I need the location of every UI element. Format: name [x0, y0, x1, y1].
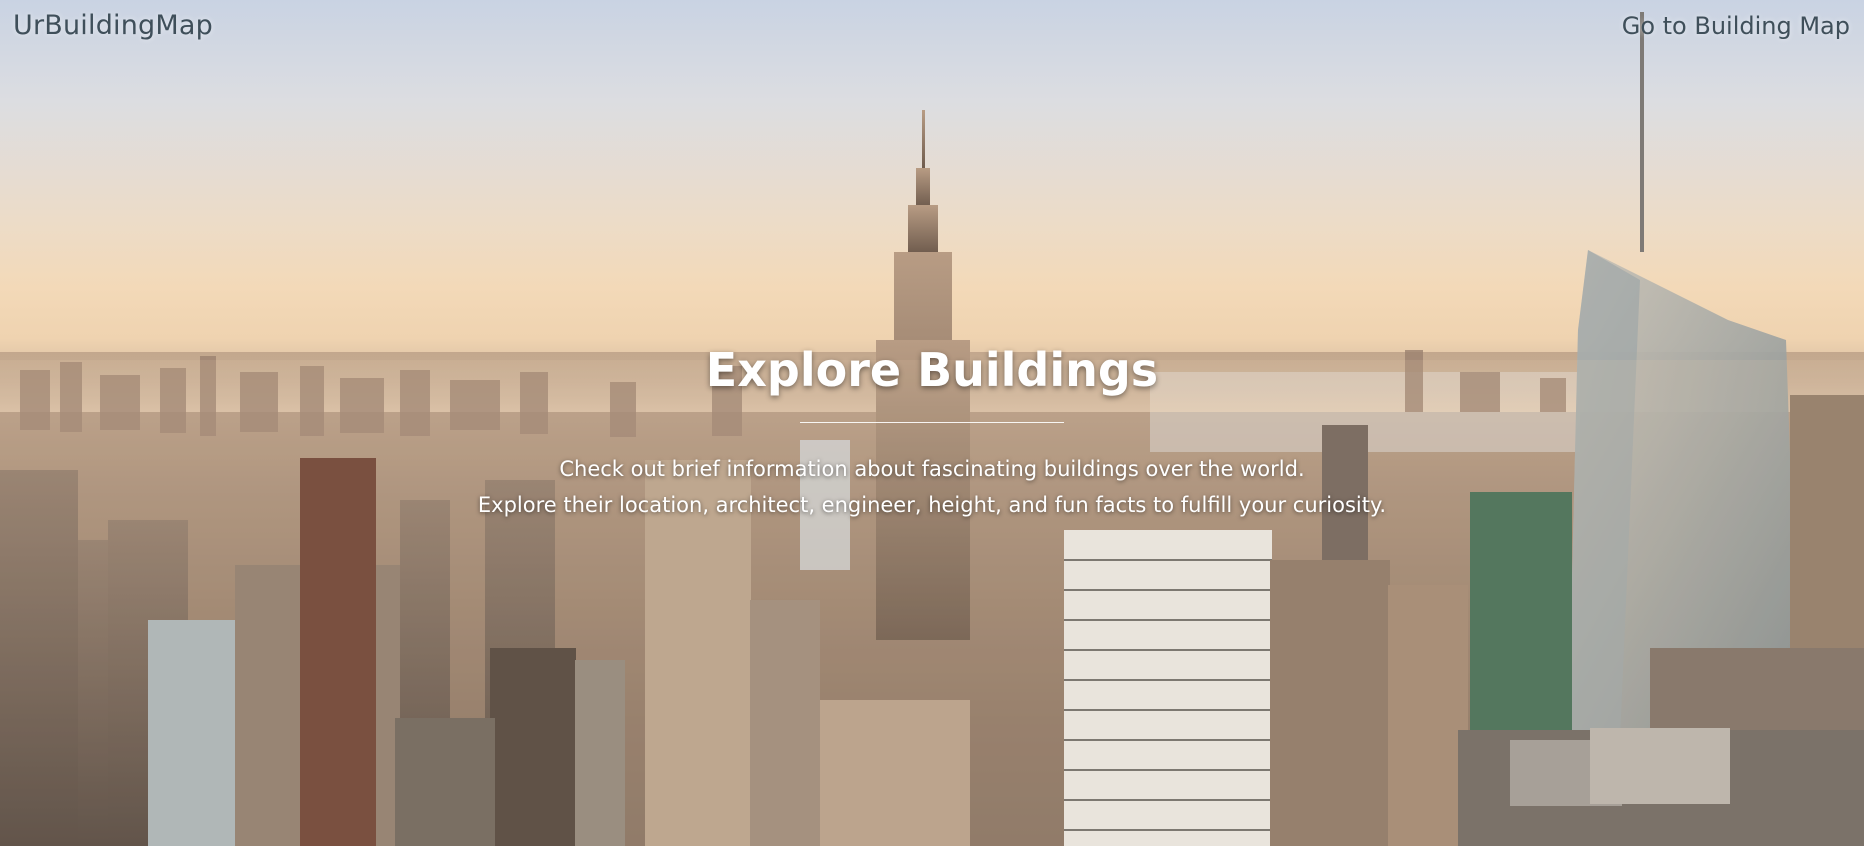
go-to-building-map-link[interactable]: Go to Building Map [1622, 12, 1850, 40]
hero-description-line: Check out brief information about fascin… [559, 457, 1305, 481]
hero-description-line: Explore their location, architect, engin… [477, 493, 1387, 517]
brand-logo-link[interactable]: UrBuildingMap [13, 10, 213, 41]
hero-title: Explore Buildings [705, 343, 1159, 397]
hero-content: Explore Buildings Check out brief inform… [0, 340, 1864, 523]
hero-section: UrBuildingMap Go to Building Map Explore… [0, 0, 1864, 846]
top-navbar: UrBuildingMap Go to Building Map [0, 0, 1864, 56]
hero-divider [800, 422, 1064, 423]
